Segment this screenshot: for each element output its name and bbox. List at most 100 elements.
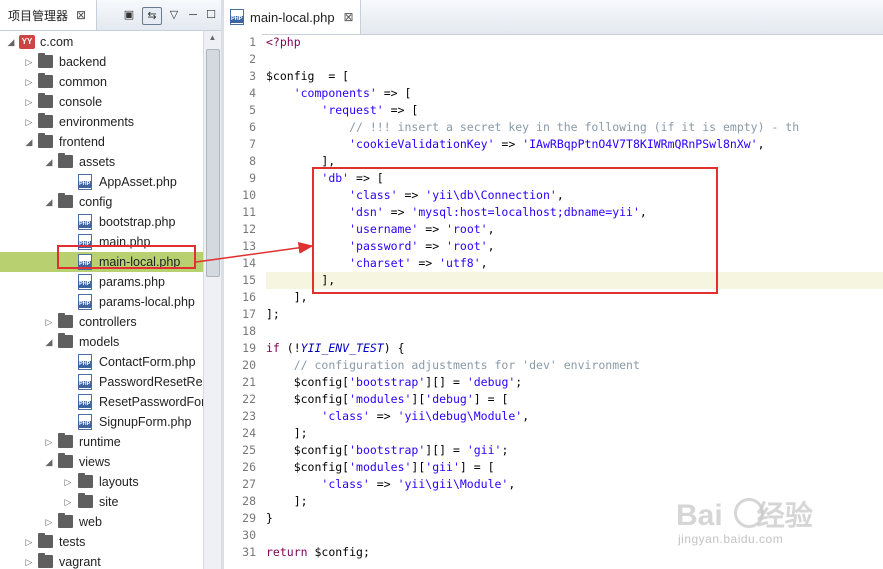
tree-folder-item[interactable]: ▷ console: [0, 92, 203, 112]
code-line[interactable]: $config['bootstrap'][] = 'gii';: [266, 442, 883, 459]
tree-folder-item[interactable]: ▷ site: [0, 492, 203, 512]
code-line[interactable]: if (!YII_ENV_TEST) {: [266, 340, 883, 357]
line-number: 30: [242, 528, 256, 542]
code-line[interactable]: ];: [266, 493, 883, 510]
collapsed-arrow-icon[interactable]: ▷: [63, 492, 73, 512]
tree-folder-item[interactable]: ◢ assets: [0, 152, 203, 172]
code-line[interactable]: $config['bootstrap'][] = 'debug';: [266, 374, 883, 391]
tree-folder-item[interactable]: ▷ vagrant: [0, 552, 203, 569]
code-token: =>: [494, 137, 523, 151]
code-line[interactable]: }: [266, 510, 883, 527]
tree-folder-item[interactable]: ◢ YY c.com: [0, 32, 203, 52]
expanded-arrow-icon[interactable]: ◢: [44, 192, 54, 212]
line-number: 15: [242, 273, 256, 287]
tree-folder-item[interactable]: ◢ config: [0, 192, 203, 212]
maximize-icon[interactable]: ☐: [203, 7, 219, 23]
code-line[interactable]: $config['modules']['debug'] = [: [266, 391, 883, 408]
tree-folder-item[interactable]: ▷ common: [0, 72, 203, 92]
code-token: ][: [411, 460, 426, 474]
code-line[interactable]: [266, 51, 883, 68]
tree-file-item[interactable]: PHP bootstrap.php: [0, 212, 203, 232]
tree-folder-item[interactable]: ▷ controllers: [0, 312, 203, 332]
code-line[interactable]: ];: [266, 306, 883, 323]
collapsed-arrow-icon[interactable]: ▷: [24, 92, 34, 112]
tree-item-label: AppAsset.php: [99, 175, 177, 189]
expanded-arrow-icon[interactable]: ◢: [6, 32, 16, 52]
tree-file-item[interactable]: PHP ContactForm.php: [0, 352, 203, 372]
php-file-icon: PHP: [78, 174, 92, 190]
tree-folder-item[interactable]: ▷ runtime: [0, 432, 203, 452]
tree-folder-item[interactable]: ◢ frontend: [0, 132, 203, 152]
expanded-arrow-icon[interactable]: ◢: [44, 152, 54, 172]
tree-scrollbar[interactable]: ▲: [203, 31, 221, 569]
code-line[interactable]: [266, 527, 883, 544]
minimize-icon[interactable]: ─: [185, 7, 201, 23]
collapsed-arrow-icon[interactable]: ▷: [24, 532, 34, 552]
code-line[interactable]: 'components' => [: [266, 85, 883, 102]
collapsed-arrow-icon[interactable]: ▷: [44, 312, 54, 332]
code-line[interactable]: 'class' => 'yii\gii\Module',: [266, 476, 883, 493]
collapsed-arrow-icon[interactable]: ▷: [63, 472, 73, 492]
code-line[interactable]: <?php: [266, 34, 883, 51]
expanded-arrow-icon[interactable]: ◢: [24, 132, 34, 152]
folder-icon: [38, 93, 53, 108]
code-line[interactable]: ];: [266, 425, 883, 442]
line-number: 21: [242, 375, 256, 389]
project-explorer-tab[interactable]: 项目管理器 ⊠: [0, 0, 97, 30]
tree-folder-item[interactable]: ▷ layouts: [0, 472, 203, 492]
scroll-up-icon[interactable]: ▲: [204, 33, 221, 42]
tree-folder-item[interactable]: ▷ tests: [0, 532, 203, 552]
collapsed-arrow-icon[interactable]: ▷: [44, 512, 54, 532]
collapse-all-icon[interactable]: ▣: [121, 7, 137, 23]
tree-file-item[interactable]: PHP SignupForm.php: [0, 412, 203, 432]
collapsed-arrow-icon[interactable]: ▷: [24, 52, 34, 72]
php-file-icon: PHP: [78, 294, 92, 310]
tree-folder-item[interactable]: ◢ models: [0, 332, 203, 352]
tree-folder-item[interactable]: ▷ backend: [0, 52, 203, 72]
collapsed-arrow-icon[interactable]: ▷: [44, 432, 54, 452]
close-icon[interactable]: ⊠: [344, 10, 354, 24]
scrollbar-thumb[interactable]: [206, 49, 220, 277]
code-token: 'class': [321, 477, 370, 491]
expanded-arrow-icon[interactable]: ◢: [44, 332, 54, 352]
tree-folder-item[interactable]: ▷ environments: [0, 112, 203, 132]
tree-item-label: backend: [59, 55, 107, 69]
view-menu-icon[interactable]: ▽: [166, 7, 182, 23]
link-with-editor-icon[interactable]: ⇆: [142, 7, 162, 25]
code-token: if: [266, 341, 280, 355]
line-number: 4: [249, 86, 256, 100]
code-line[interactable]: [266, 323, 883, 340]
code-area[interactable]: <?php $config = [ 'components' => [ 'requ…: [266, 34, 883, 569]
tree-file-item[interactable]: PHP ResetPasswordFor: [0, 392, 203, 412]
code-line[interactable]: 'cookieValidationKey' => 'IAwRBqpPtnO4V7…: [266, 136, 883, 153]
tree-file-item[interactable]: PHP AppAsset.php: [0, 172, 203, 192]
code-line[interactable]: // !!! insert a secret key in the follow…: [266, 119, 883, 136]
project-explorer-header: 项目管理器 ⊠ ▣ ⇆ ▽ ─ ☐: [0, 0, 221, 31]
tree-file-item[interactable]: PHP params.php: [0, 272, 203, 292]
php-file-icon: PHP: [230, 9, 244, 25]
code-line[interactable]: 'request' => [: [266, 102, 883, 119]
code-line[interactable]: return $config;: [266, 544, 883, 561]
tree-folder-item[interactable]: ◢ views: [0, 452, 203, 472]
code-line[interactable]: $config['modules']['gii'] = [: [266, 459, 883, 476]
editor-tab-bar: PHP main-local.php ⊠: [224, 0, 883, 35]
php-file-icon: PHP: [78, 374, 92, 390]
code-line[interactable]: $config = [: [266, 68, 883, 85]
expanded-arrow-icon[interactable]: ◢: [44, 452, 54, 472]
line-number: 1: [249, 35, 256, 49]
tree-file-item[interactable]: PHP PasswordResetRe: [0, 372, 203, 392]
folder-icon: [58, 193, 73, 208]
collapsed-arrow-icon[interactable]: ▷: [24, 552, 34, 569]
collapsed-arrow-icon[interactable]: ▷: [24, 72, 34, 92]
collapsed-arrow-icon[interactable]: ▷: [24, 112, 34, 132]
editor-tab-main-local[interactable]: PHP main-local.php ⊠: [224, 0, 361, 34]
close-icon[interactable]: ⊠: [76, 8, 86, 22]
code-line[interactable]: 'class' => 'yii\debug\Module',: [266, 408, 883, 425]
code-token: 'modules': [349, 392, 412, 406]
tree-file-item[interactable]: PHP params-local.php: [0, 292, 203, 312]
code-line[interactable]: // configuration adjustments for 'dev' e…: [266, 357, 883, 374]
folder-icon: [58, 313, 73, 328]
tree-folder-item[interactable]: ▷ web: [0, 512, 203, 532]
